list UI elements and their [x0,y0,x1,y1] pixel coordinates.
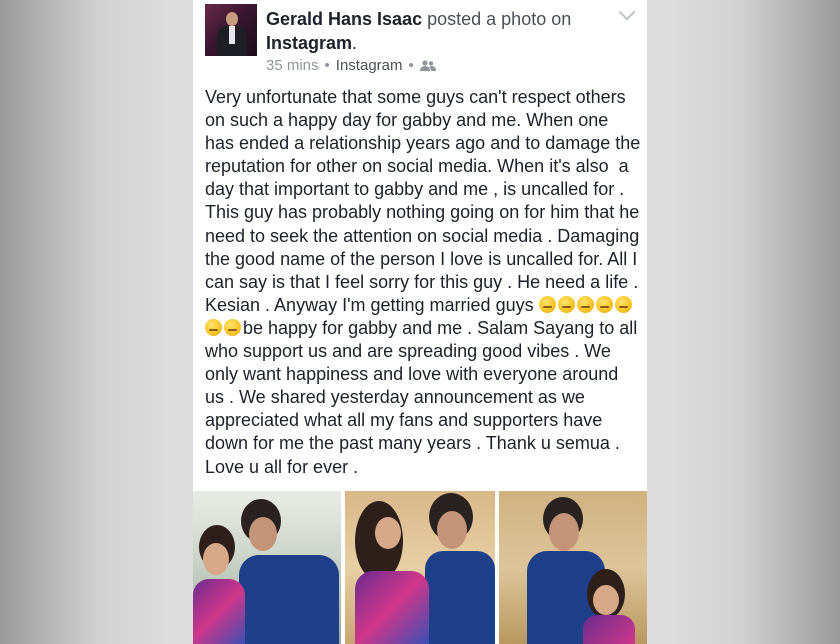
photo-face [203,543,229,575]
smiling-emoji [224,318,241,336]
separator-dot: • [408,57,414,74]
smiling-emoji [576,295,594,313]
post-card: Gerald Hans Isaac posted a photo on Inst… [193,0,647,644]
post-meta: 35 mins • Instagram • [266,57,436,74]
photo-suit [239,555,339,644]
avatar-head [226,12,238,26]
avatar[interactable] [205,4,257,56]
photo-face [549,513,579,551]
timestamp[interactable]: 35 mins [266,57,319,74]
photo-3[interactable] [499,491,647,644]
header-period: . [352,33,358,53]
smiling-emoji [595,295,613,313]
photo-grid [193,491,647,644]
photo-dress [583,615,635,644]
photo-2[interactable] [345,491,495,644]
source-link[interactable]: Instagram [336,57,403,74]
smiling-emoji [557,295,575,313]
friends-icon [419,59,436,71]
photo-face [375,517,401,549]
separator-dot: • [324,57,330,74]
photo-suit [425,551,495,644]
photo-face [437,511,467,549]
photo-face [593,585,619,615]
photo-dress [355,571,429,644]
photo-face [249,517,277,551]
photo-dress [193,579,245,644]
post-action: posted a photo on [427,9,572,29]
app-link[interactable]: Instagram [266,33,352,53]
chevron-down-icon[interactable] [618,3,636,21]
smiling-emoji [614,295,632,313]
post-text-part2: be happy for gabby and me . Salam Sayang… [205,317,643,477]
author-name[interactable]: Gerald Hans Isaac [266,9,422,29]
avatar-shirt [229,26,235,44]
post-text-part1: Very unfortunate that some guys can't re… [205,87,646,315]
expressionless-emoji [538,295,556,313]
post-header: Gerald Hans Isaac posted a photo on Inst… [266,7,606,55]
post-body: Very unfortunate that some guys can't re… [205,86,641,479]
smiling-emoji [205,318,222,336]
photo-1[interactable] [193,491,341,644]
